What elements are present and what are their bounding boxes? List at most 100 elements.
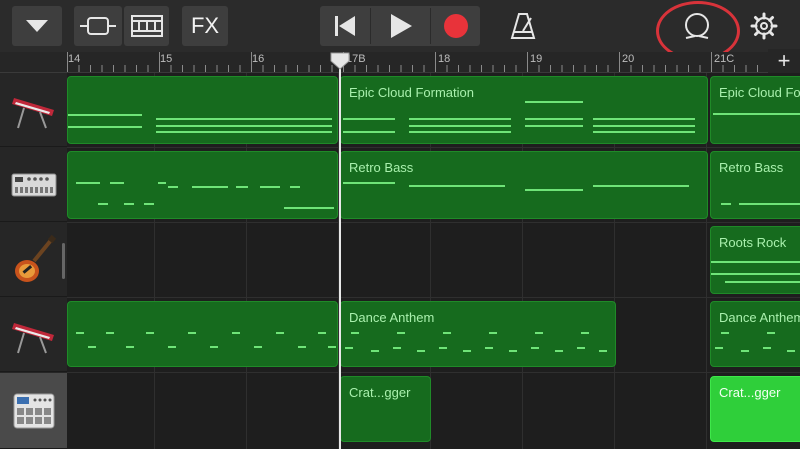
ruler-ticks (67, 52, 793, 72)
region-selected[interactable]: Crat...gger (710, 376, 800, 442)
midi-note (284, 207, 334, 209)
add-section-button[interactable]: + (768, 49, 800, 73)
midi-note (124, 203, 134, 205)
midi-note (485, 347, 493, 349)
chevron-down-icon (26, 20, 48, 32)
midi-note (144, 203, 154, 205)
midi-note (439, 347, 447, 349)
midi-note (351, 332, 359, 334)
midi-note (98, 203, 108, 205)
track-header[interactable] (0, 73, 67, 147)
region[interactable]: Dance Anthem (710, 301, 800, 367)
midi-note (290, 186, 300, 188)
midi-note (158, 182, 166, 184)
control-bar: FX (0, 0, 800, 61)
midi-note (236, 186, 248, 188)
midi-note (593, 125, 695, 127)
gear-icon (750, 12, 778, 40)
region[interactable] (67, 76, 338, 144)
midi-note (409, 125, 511, 127)
midi-note (593, 118, 695, 120)
track-header-selected[interactable] (0, 373, 67, 449)
track-headers (0, 73, 67, 449)
track-divider (67, 222, 800, 223)
beat-pad-icon (13, 393, 54, 428)
track-header[interactable] (0, 148, 67, 222)
midi-note (126, 346, 134, 348)
midi-note (711, 261, 800, 263)
region[interactable]: Dance Anthem (340, 301, 616, 367)
electric-guitar-icon (14, 234, 56, 282)
track-header[interactable] (0, 223, 67, 297)
settings-button[interactable] (744, 6, 784, 46)
midi-note (343, 131, 395, 133)
play-button[interactable] (372, 6, 430, 46)
midi-note (393, 347, 401, 349)
midi-note (599, 350, 607, 352)
midi-note (276, 332, 284, 334)
midi-note (371, 350, 379, 352)
keyboard-synth-icon (11, 97, 54, 128)
region-name: Roots Rock (719, 235, 787, 250)
region[interactable]: Crat...gger (340, 376, 431, 442)
metronome-button[interactable] (500, 6, 546, 46)
midi-note (767, 332, 775, 334)
region-name: Retro Bass (719, 160, 784, 175)
midi-note (525, 118, 583, 120)
ruler-label: 16 (252, 53, 265, 65)
loop-browser-button[interactable] (672, 6, 722, 46)
midi-note (509, 350, 517, 352)
midi-note (531, 347, 539, 349)
region-name: Dance Anthem (349, 310, 435, 325)
midi-note (711, 273, 800, 275)
playhead[interactable] (339, 60, 341, 449)
midi-note (345, 347, 353, 349)
midi-note (593, 185, 689, 187)
region-name: Crat...gger (719, 385, 781, 400)
region[interactable]: Retro Bass (340, 151, 708, 219)
midi-note (298, 346, 306, 348)
midi-note (725, 281, 800, 283)
region[interactable]: Retro Bass (710, 151, 800, 219)
midi-note (156, 125, 332, 127)
transport-divider (370, 8, 371, 44)
timeline-ruler[interactable]: 14 15 16 17B 18 19 20 21C (67, 52, 800, 73)
fx-button[interactable]: FX (182, 6, 228, 46)
midi-note (535, 332, 543, 334)
midi-note (156, 131, 332, 133)
midi-note (168, 186, 178, 188)
ruler-label: 20 (622, 53, 635, 65)
region[interactable] (67, 301, 338, 367)
region[interactable]: Epic Cloud Formation (340, 76, 708, 144)
go-to-beginning-button[interactable] (320, 6, 370, 46)
midi-note (581, 332, 589, 334)
track-scroll-indicator[interactable] (62, 243, 65, 279)
midi-note (577, 347, 585, 349)
region[interactable] (67, 151, 338, 219)
playhead-handle[interactable] (330, 52, 350, 70)
midi-note (721, 203, 731, 205)
midi-note (318, 332, 326, 334)
midi-note (489, 332, 497, 334)
browser-button[interactable] (12, 6, 62, 46)
region[interactable]: Roots Rock (710, 226, 800, 294)
midi-note (443, 332, 451, 334)
midi-note (417, 350, 425, 352)
midi-note (192, 186, 228, 188)
tracks-view-button[interactable] (74, 6, 122, 46)
midi-note (156, 118, 332, 120)
keyboard-synth-icon (11, 322, 54, 353)
midi-note (68, 114, 142, 116)
midi-note (715, 347, 723, 349)
tracks-view-icon (80, 17, 116, 35)
midi-note (409, 185, 505, 187)
midi-note (397, 332, 405, 334)
region[interactable]: Epic Cloud Formation (710, 76, 800, 144)
mixer-button[interactable] (124, 6, 169, 46)
ruler-label: 21C (714, 53, 735, 65)
ruler-label: 19 (530, 53, 543, 65)
track-header[interactable] (0, 298, 67, 372)
tracks-area[interactable]: Epic Cloud Formation Epic Cloud Formatio… (67, 73, 800, 449)
track-divider (67, 372, 800, 373)
record-button[interactable] (431, 6, 480, 46)
